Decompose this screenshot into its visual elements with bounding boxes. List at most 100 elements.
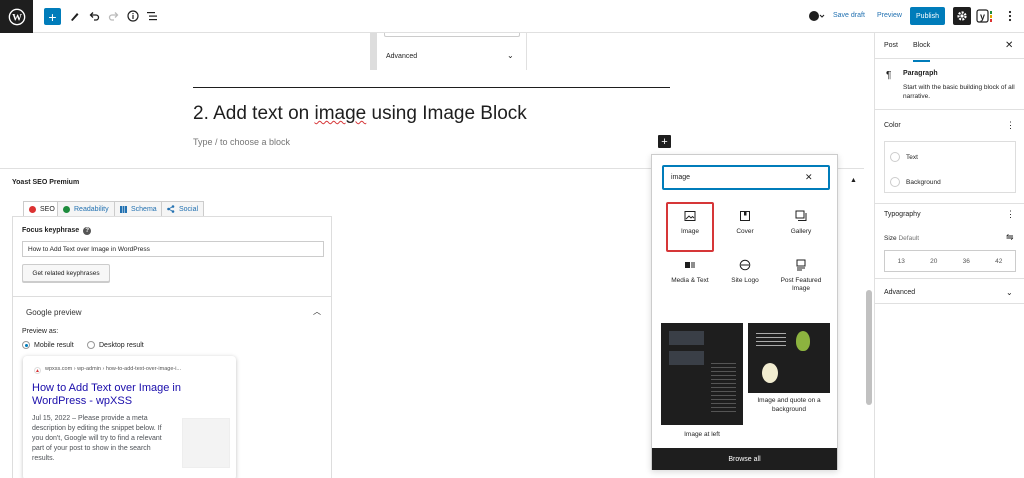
- editor-canvas: Advanced ⌄ 2. Add text on image using Im…: [0, 33, 864, 478]
- clear-search-icon[interactable]: ✕: [805, 172, 813, 183]
- gear-icon: [957, 11, 967, 21]
- svg-text:y: y: [980, 12, 985, 22]
- background-color-item[interactable]: Background: [890, 177, 941, 187]
- desktop-result-radio[interactable]: Desktop result: [87, 341, 144, 349]
- image-icon: [684, 211, 696, 221]
- options-menu-icon[interactable]: ⋮: [1006, 120, 1015, 131]
- undo-icon[interactable]: [86, 8, 102, 24]
- media-text-icon: [685, 262, 695, 268]
- font-size-option[interactable]: 36: [950, 251, 983, 271]
- site-logo-icon: [739, 259, 751, 271]
- block-site-logo[interactable]: Site Logo: [721, 253, 769, 303]
- font-size-option[interactable]: 13: [885, 251, 918, 271]
- snippet-date: Jul 15, 2022: [32, 415, 71, 422]
- list-view-icon[interactable]: [144, 8, 160, 24]
- save-draft-button[interactable]: Save draft: [833, 12, 865, 19]
- svg-text:W: W: [12, 12, 22, 23]
- divider: [875, 203, 1024, 204]
- pattern-image-at-left-label: Image at left: [684, 431, 720, 438]
- separator-block[interactable]: [193, 87, 670, 88]
- color-settings-box: Text Background: [884, 141, 1016, 193]
- font-size-label: Size Default: [884, 235, 919, 242]
- tab-readability[interactable]: Readability: [57, 201, 115, 216]
- preview-button[interactable]: Preview: [877, 12, 902, 19]
- tab-seo[interactable]: SEO: [23, 201, 61, 217]
- mobile-result-radio[interactable]: Mobile result: [22, 341, 74, 349]
- close-icon[interactable]: ✕: [1005, 40, 1013, 51]
- divider: [875, 303, 1024, 304]
- tab-seo-label: SEO: [40, 206, 55, 213]
- previous-block-advanced[interactable]: Advanced ⌄: [370, 33, 527, 70]
- color-swatch-icon: [890, 177, 900, 187]
- settings-button[interactable]: [953, 7, 971, 25]
- block-media-text-label: Media & Text: [671, 277, 709, 284]
- smile-face-icon: [63, 205, 70, 213]
- block-post-featured-image-label: Post Featured Image: [780, 277, 822, 292]
- text-color-item[interactable]: Text: [890, 152, 918, 162]
- block-name: Paragraph: [903, 70, 938, 77]
- block-description: Start with the basic building block of a…: [903, 84, 1015, 100]
- color-swatch-icon: [890, 152, 900, 162]
- snippet-description-text: Please provide a meta description by edi…: [32, 415, 162, 462]
- tab-block[interactable]: Block: [913, 42, 931, 62]
- focus-keyphrase-input[interactable]: How to Add Text over Image in WordPress: [22, 241, 324, 257]
- block-media-text[interactable]: Media & Text: [666, 253, 714, 303]
- options-menu-icon[interactable]: [1002, 8, 1018, 24]
- add-block-button[interactable]: +: [44, 8, 61, 25]
- seo-tab-panel: Focus keyphrase? How to Add Text over Im…: [12, 216, 332, 478]
- previous-input-box: [384, 33, 520, 37]
- divider: [875, 58, 1024, 59]
- editor-scrollbar[interactable]: [866, 290, 872, 405]
- size-text: Size: [884, 235, 897, 242]
- font-size-option[interactable]: 20: [918, 251, 951, 271]
- tab-schema[interactable]: Schema: [114, 201, 163, 216]
- desktop-result-label: Desktop result: [99, 341, 144, 349]
- google-preview-heading[interactable]: Google preview: [26, 308, 82, 317]
- tab-post[interactable]: Post: [884, 42, 898, 49]
- radio-unselected-icon: [87, 341, 95, 349]
- snippet-url: wpxss.com › wp-admin › how-to-add-text-o…: [45, 366, 182, 372]
- editor-top-bar: W + Save draft Preview Publish y: [0, 0, 1024, 33]
- text-color-label: Text: [906, 153, 918, 161]
- browse-all-button[interactable]: Browse all: [652, 448, 837, 470]
- chevron-up-icon[interactable]: ▲: [850, 177, 857, 184]
- pattern-image-at-left-preview[interactable]: [661, 323, 743, 425]
- block-image-label: Image: [680, 228, 700, 235]
- chevron-down-icon[interactable]: ⌄: [507, 51, 514, 60]
- empty-paragraph-placeholder[interactable]: Type / to choose a block: [193, 137, 290, 147]
- redo-icon[interactable]: [106, 8, 122, 24]
- divider: [875, 109, 1024, 110]
- pattern-image-quote-preview[interactable]: [748, 323, 830, 393]
- chevron-down-icon[interactable]: ⌄: [1006, 288, 1013, 297]
- options-menu-icon[interactable]: ⋮: [1006, 209, 1015, 220]
- block-site-logo-label: Site Logo: [731, 277, 759, 284]
- pen-tool-icon[interactable]: [67, 8, 83, 24]
- color-panel-heading[interactable]: Color: [884, 122, 901, 129]
- chevron-up-icon[interactable]: ︿: [313, 306, 321, 317]
- pattern-image-quote-label: Image and quote on a background: [757, 397, 821, 413]
- block-gallery[interactable]: Gallery: [777, 204, 825, 254]
- help-icon[interactable]: ?: [83, 227, 92, 235]
- font-size-option[interactable]: 42: [983, 251, 1016, 271]
- block-cover[interactable]: Cover: [721, 204, 769, 254]
- advanced-panel-heading[interactable]: Advanced: [884, 289, 915, 296]
- wordpress-logo[interactable]: W: [0, 0, 33, 33]
- google-mobile-snippet[interactable]: ▲ wpxss.com › wp-admin › how-to-add-text…: [23, 356, 236, 478]
- heading-block[interactable]: 2. Add text on image using Image Block: [193, 103, 527, 125]
- paragraph-icon: ¶: [886, 70, 892, 81]
- publish-button[interactable]: Publish: [910, 7, 945, 25]
- tab-social[interactable]: Social: [161, 201, 205, 216]
- heading-text-end: using Image Block: [366, 103, 527, 124]
- block-post-featured-image[interactable]: Post Featured Image: [777, 253, 825, 303]
- style-toggle-icon[interactable]: [807, 8, 827, 24]
- typography-panel-heading[interactable]: Typography: [884, 211, 921, 218]
- details-info-icon[interactable]: [125, 8, 141, 24]
- yoast-button[interactable]: y: [976, 8, 994, 24]
- pattern-thumb: [669, 351, 704, 365]
- custom-size-settings-icon[interactable]: ⇋: [1006, 232, 1014, 243]
- inline-inserter-button[interactable]: +: [658, 135, 671, 148]
- gallery-icon: [795, 210, 807, 221]
- post-featured-image-icon: [796, 259, 806, 271]
- block-image[interactable]: Image: [666, 202, 714, 252]
- get-related-keyphrases-button[interactable]: Get related keyphrases: [22, 264, 110, 282]
